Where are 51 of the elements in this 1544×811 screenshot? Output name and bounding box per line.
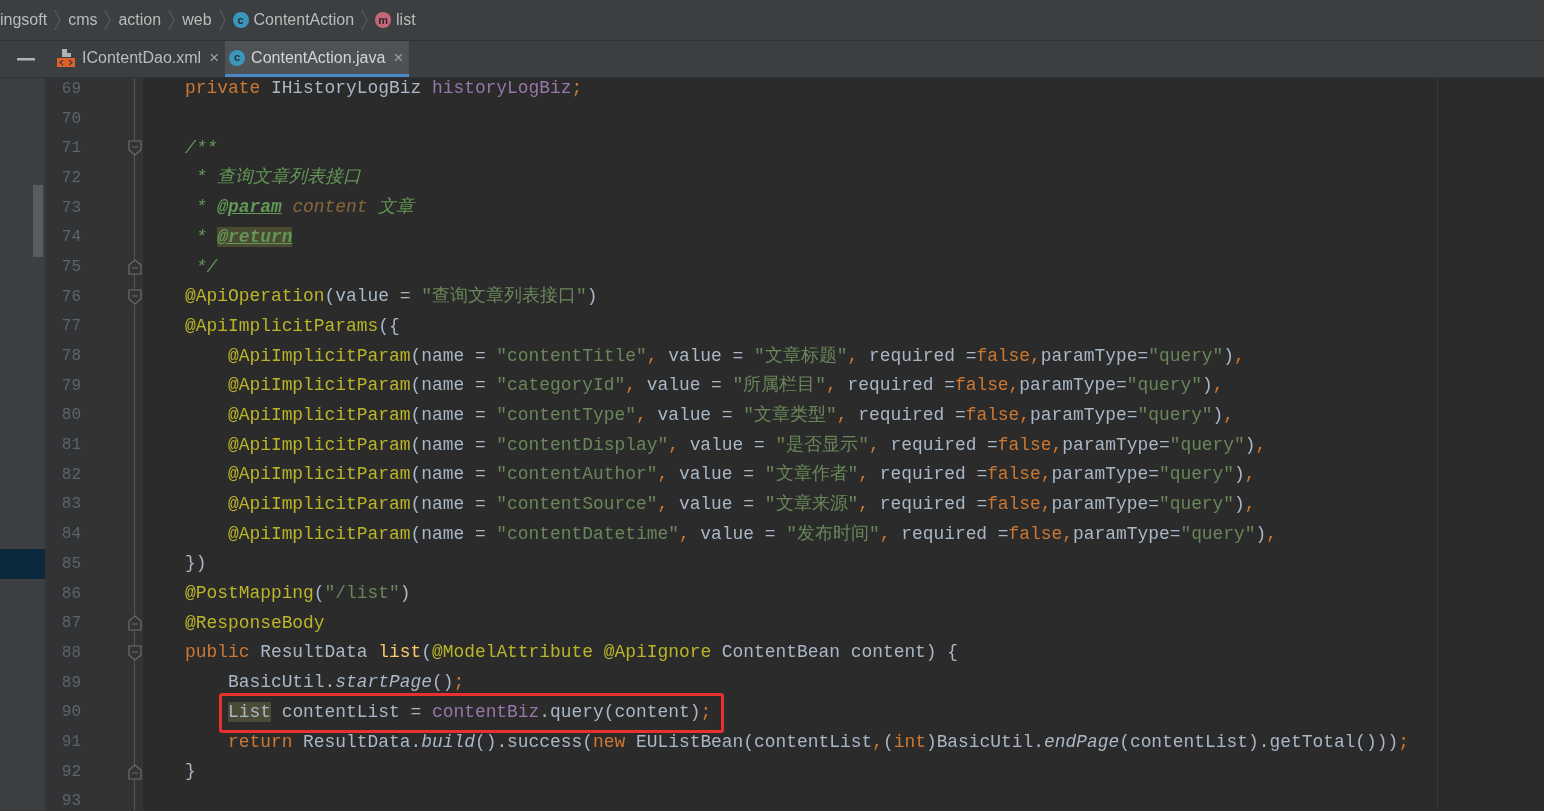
code-line: @ResponseBody <box>185 612 325 633</box>
chevron-icon <box>218 9 226 31</box>
code-line: /** <box>185 137 218 158</box>
code-line: @ApiImplicitParam(name = "categoryId", value = "所属栏目", required =false,paramType="query"), <box>226 375 1224 396</box>
chevron-icon <box>361 9 369 31</box>
code-line: @ApiOperation(value = "查询文章列表接口") <box>185 286 598 307</box>
fold-marker-icon[interactable] <box>128 763 142 780</box>
class-icon: c <box>229 49 246 66</box>
editor-tab[interactable]: IContentDao.xml × <box>52 41 226 77</box>
code-line: } <box>185 761 196 782</box>
code-line: @ApiImplicitParam(name = "contentSource", value = "文章来源", required =false,paramType="query"), <box>226 494 1256 515</box>
minus-icon <box>17 57 35 61</box>
scroll-thumb[interactable] <box>33 185 43 257</box>
xml-file-icon <box>56 47 76 68</box>
tab-label: ContentAction.java <box>251 47 386 68</box>
method-icon: m <box>375 12 392 28</box>
code-line: @ApiImplicitParam(name = "contentTitle", value = "文章标题", required =false,paramType="query"), <box>226 345 1245 366</box>
code-line: @ApiImplicitParam(name = "contentDisplay", value = "是否显示", required =false,paramType="query"), <box>226 434 1267 455</box>
code-line: }) <box>185 553 207 574</box>
code-line: List contentList = contentBiz.query(content); <box>226 701 712 722</box>
code-line: * 查询文章列表接口 <box>194 167 362 188</box>
chevron-icon <box>104 9 112 31</box>
fold-marker-icon[interactable] <box>128 258 142 275</box>
chevron-icon <box>54 9 62 31</box>
code-line: private IHistoryLogBiz historyLogBiz; <box>185 78 583 99</box>
fold-marker-icon[interactable] <box>128 288 142 305</box>
fold-marker-icon[interactable] <box>128 615 142 632</box>
code-line: public ResultData list(@ModelAttribute @ApiIgnore ContentBean content) { <box>185 642 959 663</box>
breadcrumb-item[interactable]: web <box>182 8 212 32</box>
close-button[interactable]: × <box>209 44 220 71</box>
fold-marker-icon[interactable] <box>128 140 142 157</box>
close-button[interactable]: × <box>393 44 404 71</box>
breadcrumb-item[interactable]: ContentAction <box>253 8 355 32</box>
chevron-icon <box>168 9 176 31</box>
tab-label: IContentDao.xml <box>82 47 202 68</box>
breadcrumb-item[interactable]: ingsoft <box>0 8 48 32</box>
breadcrumb-item[interactable]: cms <box>68 8 98 32</box>
code-line: */ <box>194 256 218 277</box>
breadcrumb-item[interactable]: action <box>118 8 162 32</box>
breadcrumb-item[interactable]: list <box>396 8 416 32</box>
code-line: BasicUtil.startPage(); <box>226 672 465 693</box>
class-icon: c <box>232 12 249 28</box>
code-line: * @param content 文章 <box>194 197 415 218</box>
code-line: @ApiImplicitParam(name = "contentDatetime", value = "发布时间", required =false,paramType="query"), <box>226 523 1278 544</box>
fold-marker-icon[interactable] <box>128 644 142 661</box>
code-line: @ApiImplicitParam(name = "contentType", value = "文章类型", required =false,paramType="query"), <box>226 404 1235 425</box>
code-line: @ApiImplicitParams({ <box>185 315 400 336</box>
code-line: @ApiImplicitParam(name = "contentAuthor", value = "文章作者", required =false,paramType="query"), <box>226 464 1256 485</box>
code-line: return ResultData.build().success(new EUListBean(contentList,(int)BasicUtil.endPage(contentList).getTotal())); <box>226 731 1410 752</box>
editor-tab[interactable]: c ContentAction.java × <box>225 41 410 77</box>
code-line: @PostMapping("/list") <box>185 583 411 604</box>
